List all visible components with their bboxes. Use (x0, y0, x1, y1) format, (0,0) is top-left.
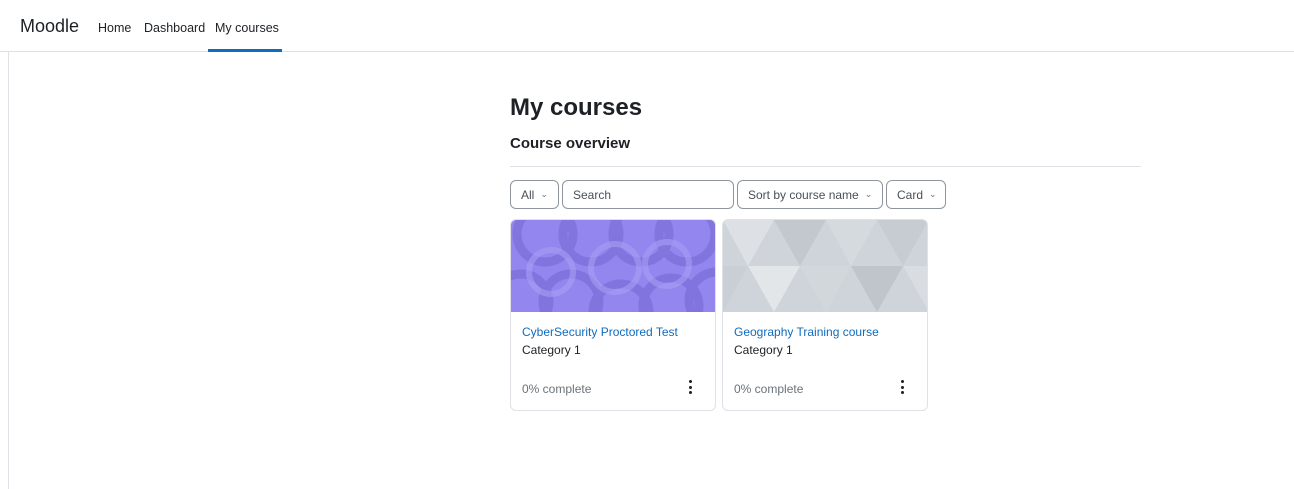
active-nav-indicator (208, 49, 282, 52)
course-category: Category 1 (522, 343, 581, 357)
course-progress: 0% complete (522, 382, 592, 396)
page-left-border (8, 51, 9, 489)
course-actions-menu-button[interactable] (895, 379, 909, 395)
course-progress: 0% complete (734, 382, 804, 396)
nav-link-dashboard[interactable]: Dashboard (144, 21, 205, 35)
course-image[interactable] (511, 220, 716, 312)
section-divider (510, 166, 1141, 167)
search-input[interactable] (573, 187, 723, 202)
chevron-down-icon: ⌄ (929, 189, 937, 199)
sort-label: Sort by course name (748, 187, 859, 202)
course-card: CyberSecurity Proctored Test Category 1 … (510, 219, 716, 411)
display-mode-dropdown[interactable]: Card ⌄ (886, 180, 946, 209)
sort-dropdown[interactable]: Sort by course name ⌄ (737, 180, 883, 209)
chevron-down-icon: ⌄ (540, 189, 548, 199)
course-name-link[interactable]: CyberSecurity Proctored Test (522, 325, 678, 339)
course-name-link[interactable]: Geography Training course (734, 325, 879, 339)
site-brand[interactable]: Moodle (20, 16, 79, 37)
top-navbar: Moodle Home Dashboard My courses (0, 0, 1294, 52)
nav-link-my-courses[interactable]: My courses (215, 21, 279, 35)
nav-link-home[interactable]: Home (98, 21, 131, 35)
kebab-dot (900, 391, 904, 394)
course-search-field[interactable] (562, 180, 734, 209)
course-actions-menu-button[interactable] (683, 379, 697, 395)
course-card: Geography Training course Category 1 0% … (722, 219, 928, 411)
kebab-dot (688, 391, 692, 394)
section-title: Course overview (510, 135, 631, 152)
display-mode-label: Card (897, 187, 924, 202)
kebab-menu-icon (688, 380, 692, 383)
page-title: My courses (510, 94, 643, 121)
kebab-dot (900, 385, 904, 389)
course-category: Category 1 (734, 343, 793, 357)
kebab-dot (688, 385, 692, 389)
grouping-filter-dropdown[interactable]: All ⌄ (510, 180, 559, 209)
grouping-filter-label: All (521, 187, 535, 202)
chevron-down-icon: ⌄ (864, 189, 873, 199)
kebab-menu-icon (900, 380, 904, 383)
course-image[interactable] (723, 220, 928, 312)
